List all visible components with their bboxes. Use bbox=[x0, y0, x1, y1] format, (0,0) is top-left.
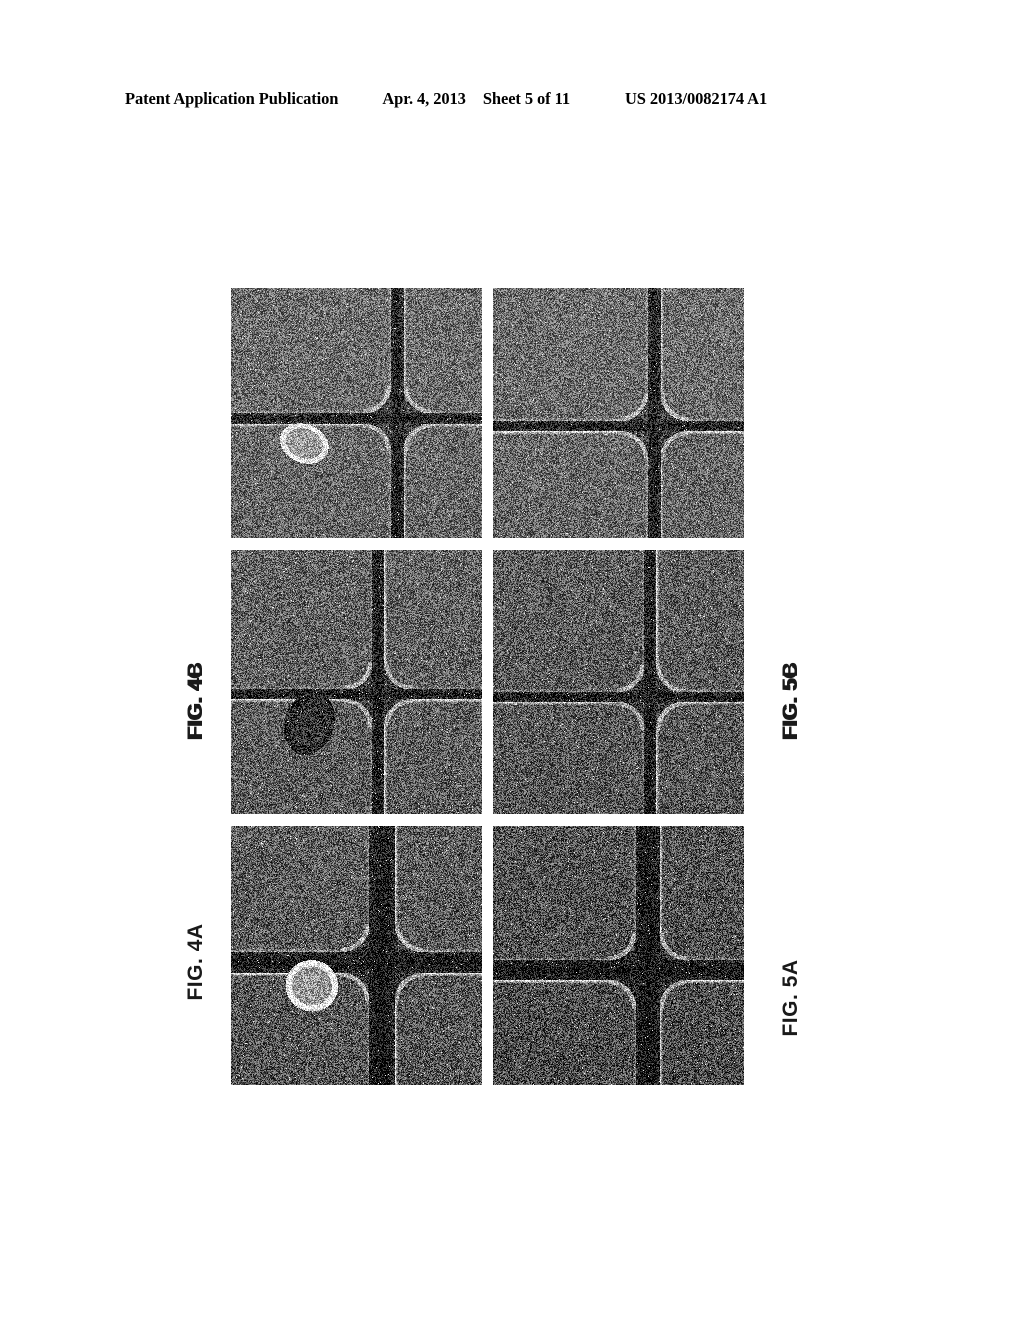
sem-image-fig-4b bbox=[231, 550, 482, 814]
sem-image-fig-5a bbox=[493, 826, 744, 1085]
sem-micrograph-fig-4b bbox=[231, 550, 482, 814]
figure-grid: FIG. 4C FIG. 5C FIG. 4B FIG. 5B FIG. 4A … bbox=[0, 0, 1024, 1320]
figure-label-fig-4b: FIG. 4B bbox=[184, 661, 207, 739]
figure-row-b: FIG. 4B FIG. 5B bbox=[0, 550, 1024, 814]
figure-label-fig-4a: FIG. 4A bbox=[184, 923, 207, 1001]
figure-label-fig-5a: FIG. 5A bbox=[779, 959, 802, 1037]
sem-micrograph-fig-4c bbox=[231, 288, 482, 538]
sem-micrograph-fig-5b bbox=[493, 550, 744, 814]
figure-row-a: FIG. 4A FIG. 5A bbox=[0, 826, 1024, 1085]
sem-image-fig-4a bbox=[231, 826, 482, 1085]
sem-image-fig-4c bbox=[231, 288, 482, 538]
figure-label-fig-5b: FIG. 5B bbox=[779, 661, 802, 739]
sem-image-fig-5b bbox=[493, 550, 744, 814]
sem-micrograph-fig-5a bbox=[493, 826, 744, 1085]
sem-micrograph-fig-4a bbox=[231, 826, 482, 1085]
sem-micrograph-fig-5c bbox=[493, 288, 744, 538]
figure-row-c: FIG. 4C FIG. 5C bbox=[0, 288, 1024, 741]
sem-image-fig-5c bbox=[493, 288, 744, 538]
